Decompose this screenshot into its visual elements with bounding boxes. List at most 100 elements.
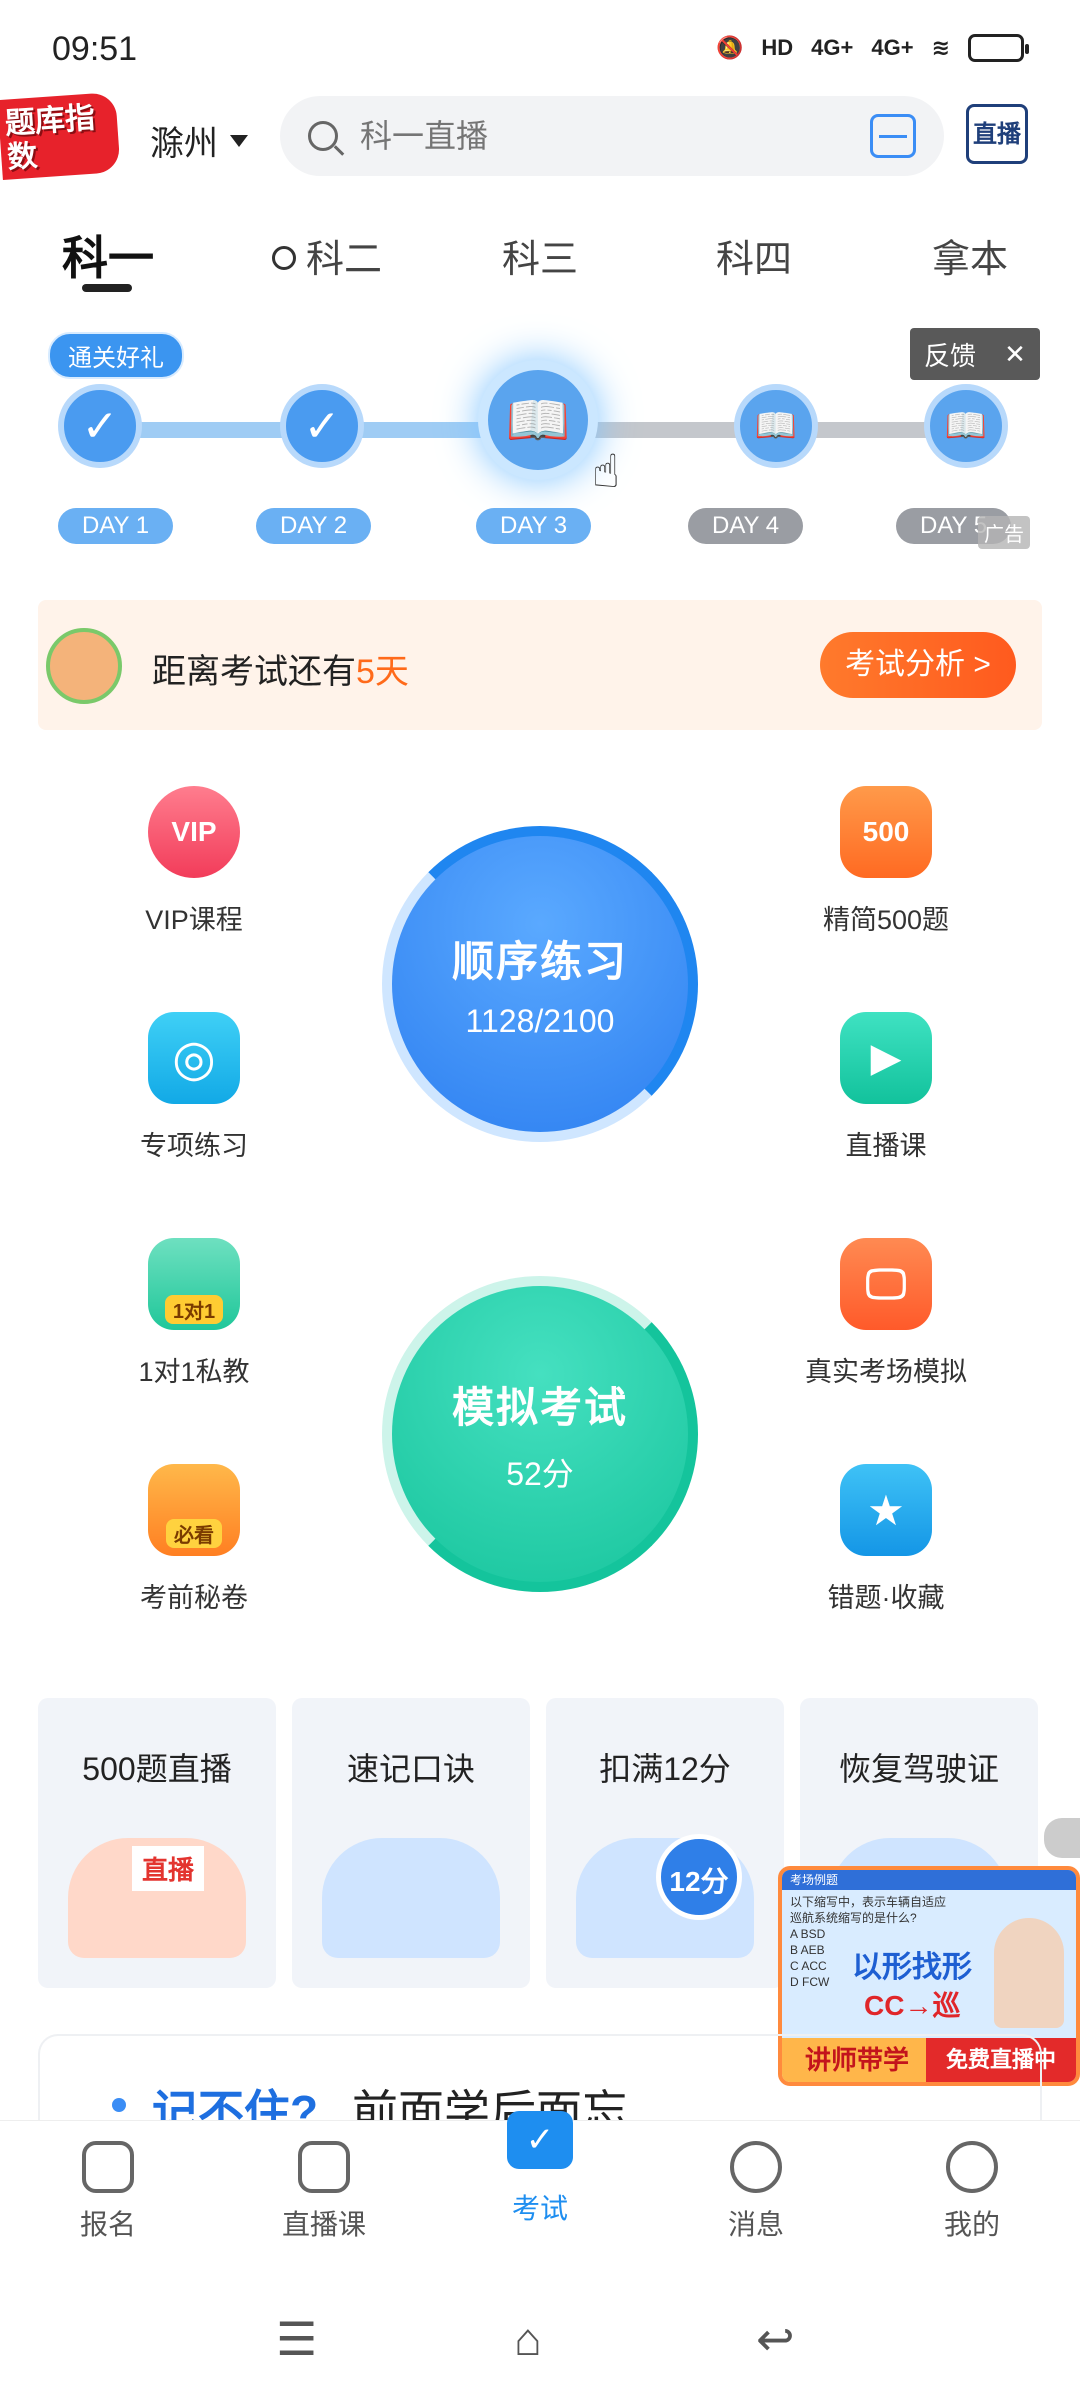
- nav-profile[interactable]: 我的: [892, 2141, 1052, 2243]
- tiku-logo[interactable]: 题库指数: [0, 91, 121, 181]
- search-input[interactable]: [360, 117, 820, 155]
- float-formula: CC→巡: [864, 1990, 961, 2021]
- feature-label: 1对1私教: [138, 1357, 250, 1387]
- feature-label: 真实考场模拟: [805, 1357, 967, 1387]
- tab-naben[interactable]: 拿本: [932, 228, 1008, 283]
- card-mnemonics[interactable]: 速记口诀: [292, 1698, 530, 1988]
- wifi-icon: ≋: [931, 35, 950, 60]
- card-title: 500题直播: [82, 1751, 232, 1787]
- tab-ke3[interactable]: 科三: [502, 228, 578, 283]
- status-bar: 09:51 🔕 HD 4G+ 4G+ ≋: [0, 0, 1080, 100]
- tab-ke1[interactable]: 科一: [62, 222, 154, 288]
- tv-icon: [298, 2141, 350, 2193]
- back-icon[interactable]: ↩: [756, 2312, 795, 2366]
- scan-icon[interactable]: [870, 114, 916, 158]
- nav-label: 消息: [727, 2209, 784, 2240]
- caret-down-icon: [230, 134, 248, 147]
- menu-icon[interactable]: ☰: [276, 2312, 317, 2366]
- status-icons: 🔕 HD 4G+ 4G+ ≋: [715, 34, 1029, 62]
- feature-label: 错题·收藏: [827, 1583, 945, 1613]
- subject-tabs: 科一 科二 科三 科四 拿本: [0, 222, 1080, 302]
- day4-book-icon: 📖: [734, 384, 818, 468]
- tab-ke4[interactable]: 科四: [716, 228, 792, 283]
- app-header: 题库指数 滁州 直播: [0, 91, 1080, 182]
- 500-icon: 500: [840, 786, 932, 878]
- checkin-banner[interactable]: 通关好礼 反馈 ✕ ✓ ✓ 📖 ☝ 📖 📖 DAY 1 DAY 2 DAY 3 …: [40, 328, 1040, 554]
- close-icon[interactable]: ✕: [1004, 339, 1026, 370]
- tutor-icon: 1对1: [148, 1238, 240, 1330]
- points-badge: 12分: [656, 1834, 742, 1920]
- day2-check-icon: ✓: [280, 384, 364, 468]
- gift-tag: 通关好礼: [48, 332, 184, 379]
- exam-countdown: 距离考试还有5天 考试分析 >: [38, 600, 1042, 730]
- feedback-label: 反馈: [924, 340, 977, 371]
- teacher-avatar: [994, 1918, 1064, 2028]
- countdown-text: 距离考试还有5天: [152, 644, 409, 693]
- secret-badge: 必看: [166, 1519, 222, 1548]
- practice-progress-ring: [382, 826, 698, 1142]
- pointer-hand-icon: ☝: [592, 445, 621, 497]
- live-badge: 直播: [132, 1846, 205, 1891]
- nav-live-course[interactable]: 直播课: [244, 2141, 404, 2243]
- nav-label: 报名: [79, 2209, 136, 2240]
- signal-1-icon: 4G+: [811, 35, 854, 60]
- bookmark-star-icon: ★: [840, 1464, 932, 1556]
- tab-ke2[interactable]: 科二: [272, 228, 382, 283]
- exam-analysis-button[interactable]: 考试分析 >: [820, 632, 1016, 698]
- nav-exam[interactable]: ✓ 考试: [460, 2111, 620, 2227]
- card-title: 速记口诀: [346, 1751, 475, 1787]
- feedback-button[interactable]: 反馈 ✕: [910, 328, 1040, 380]
- day3-book-icon[interactable]: 📖: [478, 360, 598, 480]
- nav-messages[interactable]: 消息: [676, 2141, 836, 2243]
- monitor-icon: 🖵: [840, 1238, 932, 1330]
- day-label: DAY 1: [58, 508, 174, 544]
- signal-2-icon: 4G+: [871, 35, 914, 60]
- nav-signup[interactable]: 报名: [28, 2141, 188, 2243]
- day5-book-icon: 📖: [924, 384, 1008, 468]
- city-label: 滁州: [150, 125, 218, 163]
- ad-badge: 广告: [978, 516, 1030, 549]
- day-label: DAY 3: [476, 508, 592, 544]
- float-headline: 以形找形: [852, 1951, 972, 1984]
- feature-zhibo[interactable]: ▶ 直播课: [776, 1012, 996, 1163]
- live-tv-button[interactable]: 直播: [966, 104, 1028, 164]
- check-folder-icon: ✓: [507, 2111, 573, 2169]
- live-illustration: 直播: [68, 1838, 246, 1958]
- clock: 09:51: [52, 30, 138, 68]
- day-label: DAY 2: [256, 508, 372, 544]
- float-header: 考场例题: [782, 1870, 1076, 1890]
- feature-zhuanxiang[interactable]: ◎ 专项练习: [84, 1012, 304, 1163]
- mock-exam-ring: [382, 1276, 698, 1592]
- day-label: DAY 4: [688, 508, 804, 544]
- card-500-live[interactable]: 500题直播 直播: [38, 1698, 276, 1988]
- question-text: 以下缩写中，表示车辆自适应巡航系统缩写的是什么?: [790, 1895, 947, 1925]
- city-selector[interactable]: 滁州: [150, 116, 248, 165]
- feature-jingjian[interactable]: 500 精简500题: [776, 786, 996, 937]
- search-bar[interactable]: [280, 96, 944, 176]
- search-icon: [308, 121, 338, 151]
- chat-icon: [730, 2141, 782, 2193]
- feature-vip[interactable]: VIP VIP课程: [84, 786, 304, 937]
- countdown-days: 5天: [356, 653, 409, 691]
- mute-icon: 🔕: [715, 35, 744, 60]
- day1-check-icon: ✓: [58, 384, 142, 468]
- countdown-prefix: 距离考试还有: [152, 653, 356, 691]
- card-12-points[interactable]: 扣满12分 12分: [546, 1698, 784, 1988]
- bullet-dot: [112, 2098, 126, 2112]
- feature-label: 专项练习: [140, 1131, 248, 1161]
- tab-ke2-label: 科二: [306, 239, 383, 281]
- video-icon: ▶: [840, 1012, 932, 1104]
- sequential-practice-button[interactable]: 顺序练习 1128/2100: [382, 826, 698, 1142]
- steering-wheel-icon: [272, 245, 296, 270]
- card-title: 扣满12分: [599, 1751, 731, 1787]
- feature-private-tutor[interactable]: 1对1 1对1私教: [84, 1238, 304, 1389]
- nav-label: 我的: [943, 2209, 1000, 2240]
- float-close-handle[interactable]: [1044, 1818, 1080, 1858]
- feature-wrong[interactable]: ★ 错题·收藏: [776, 1464, 996, 1615]
- mock-exam-button[interactable]: 模拟考试 52分: [382, 1276, 698, 1592]
- feature-real-exam[interactable]: 🖵 真实考场模拟: [776, 1238, 996, 1389]
- battery-icon: [968, 34, 1029, 62]
- system-navigation-bar: ☰ ⌂ ↩: [0, 2262, 1080, 2400]
- feature-secret[interactable]: 必看 考前秘卷: [84, 1464, 304, 1615]
- home-icon[interactable]: ⌂: [514, 2312, 542, 2366]
